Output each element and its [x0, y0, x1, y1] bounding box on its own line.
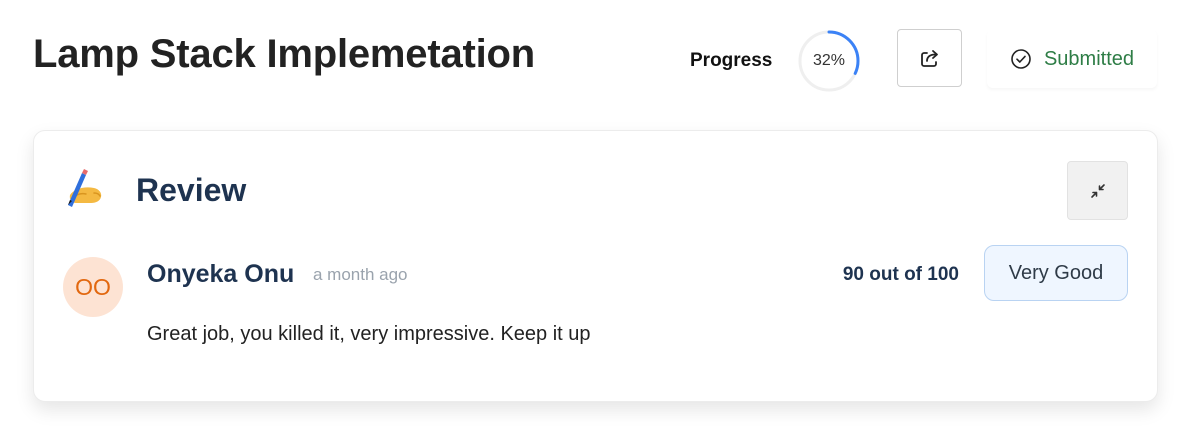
check-circle-icon [1011, 49, 1031, 69]
share-button[interactable] [897, 29, 962, 87]
status-submitted: Submitted [987, 30, 1157, 88]
progress-label: Progress [690, 50, 773, 71]
writing-hand-icon [68, 169, 102, 207]
collapse-icon [1090, 183, 1105, 198]
page-title: Lamp Stack Implemetation [33, 32, 535, 76]
reviewer-name: Onyeka Onu [147, 260, 295, 288]
review-timestamp: a month ago [313, 265, 408, 284]
review-comment: Great job, you killed it, very impressiv… [147, 323, 591, 345]
review-card: Review OO Onyeka Onu a month ago 90 out … [33, 130, 1158, 402]
rating-badge: Very Good [984, 245, 1128, 301]
avatar: OO [63, 257, 123, 317]
review-title: Review [136, 172, 247, 208]
review-score: 90 out of 100 [842, 264, 959, 285]
progress-value: 32% [812, 52, 846, 69]
share-icon [920, 50, 938, 67]
collapse-button[interactable] [1067, 161, 1128, 220]
status-label: Submitted [1043, 47, 1135, 70]
progress-ring: 32% [797, 29, 861, 93]
